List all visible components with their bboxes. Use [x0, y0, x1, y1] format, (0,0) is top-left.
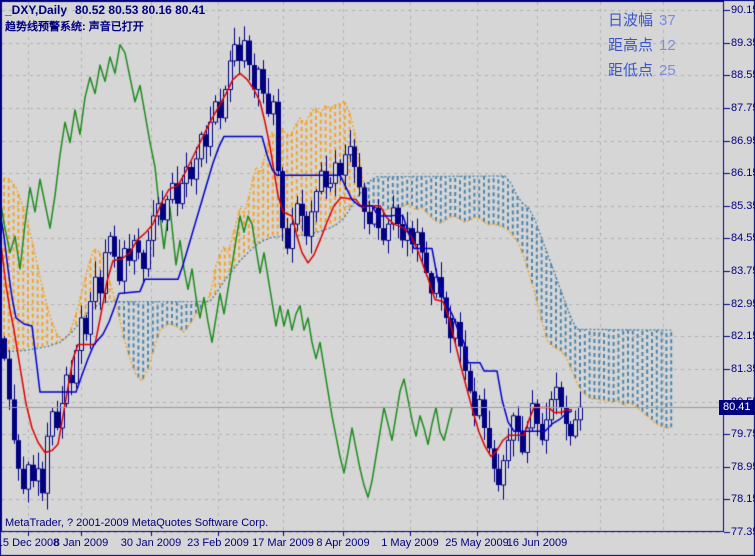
stat-label: 距低点: [608, 62, 653, 79]
mt4-chart-window: _DXY,Daily 80.52 80.53 80.16 80.41 趋势线预警系…: [0, 0, 755, 556]
copyright-text: MetaTrader, ? 2001-2009 MetaQuotes Softw…: [5, 517, 268, 529]
stat-value: 25: [659, 62, 676, 79]
y-axis-label: 82.95: [731, 298, 755, 310]
y-axis-label: 81.35: [731, 363, 755, 375]
y-axis-label: 86.95: [731, 135, 755, 147]
stat-row: 日波幅 37: [608, 8, 676, 33]
y-axis-label: 78.15: [731, 493, 755, 505]
current-price-value: 80.41: [723, 401, 751, 413]
current-price-tag: 80.41: [719, 400, 755, 415]
stat-row: 距高点 12: [608, 33, 676, 58]
stat-row: 距低点 25: [608, 58, 676, 83]
y-axis-label: 89.35: [731, 37, 755, 49]
chart-title: _DXY,Daily 80.52 80.53 80.16 80.41: [5, 3, 205, 17]
x-axis-label: 8 Jan 2009: [41, 537, 121, 549]
y-axis-label: 88.55: [731, 69, 755, 81]
x-axis-label: 16 Jun 2009: [497, 537, 577, 549]
y-axis-label: 79.75: [731, 428, 755, 440]
y-axis-label: 83.75: [731, 265, 755, 277]
y-axis-label: 84.55: [731, 232, 755, 244]
y-axis-label: 78.95: [731, 461, 755, 473]
symbol-timeframe-label: _DXY,Daily: [5, 3, 67, 17]
y-axis-label: 87.75: [731, 102, 755, 114]
overlay-stats-panel: 日波幅 37 距高点 12 距低点 25: [608, 8, 676, 83]
stat-value: 12: [659, 37, 676, 54]
stat-value: 37: [659, 12, 676, 29]
trendline-alert-status: 趋势线预警系统: 声音已打开: [5, 18, 144, 34]
ohlc-quote-label: 80.52 80.53 80.16 80.41: [75, 3, 205, 17]
stat-label: 日波幅: [608, 12, 653, 29]
y-axis-label: 85.35: [731, 200, 755, 212]
price-chart-canvas[interactable]: [0, 0, 755, 556]
stat-label: 距高点: [608, 37, 653, 54]
y-axis-label: 82.15: [731, 330, 755, 342]
y-axis-label: 86.15: [731, 167, 755, 179]
y-axis-label: 90.15: [731, 4, 755, 16]
y-axis-label: 77.35: [731, 526, 755, 538]
